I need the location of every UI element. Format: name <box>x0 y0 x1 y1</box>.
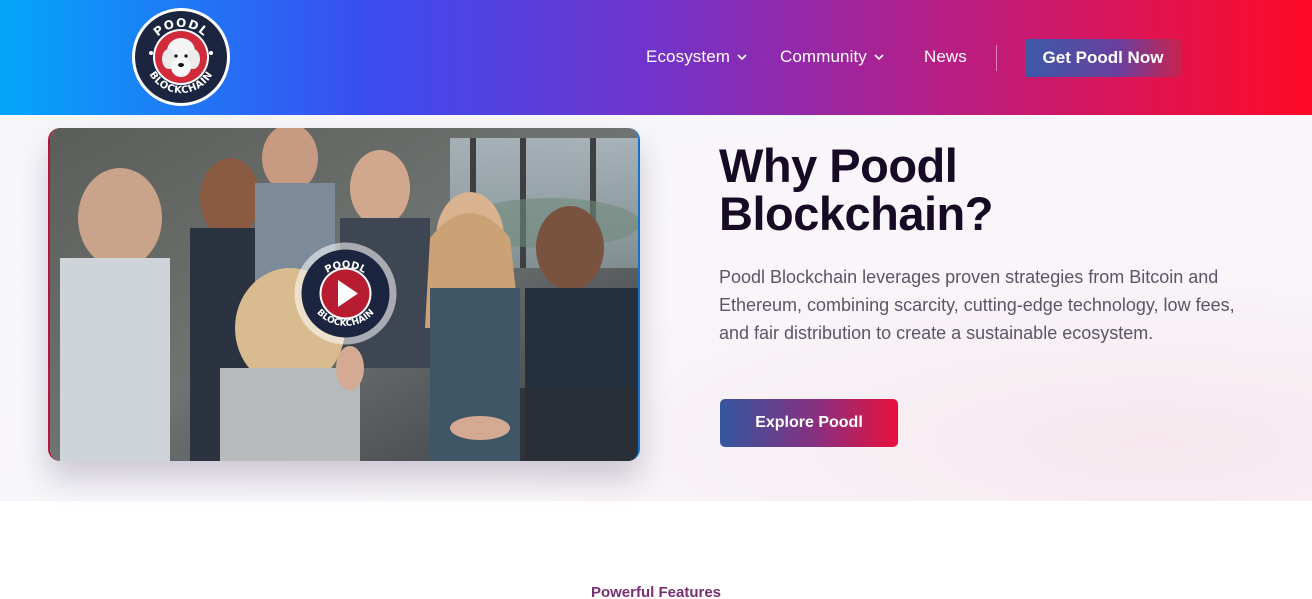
nav-community-label: Community <box>780 47 867 66</box>
video-thumbnail[interactable]: POODL BLOCKCHAIN <box>48 128 640 461</box>
chevron-down-icon <box>874 54 884 61</box>
nav-community[interactable]: Community <box>780 47 885 67</box>
section-title: Why Poodl Blockchain? <box>719 142 1139 238</box>
features-kicker: Powerful Features <box>590 584 722 599</box>
nav-news[interactable]: News <box>924 47 967 67</box>
get-poodl-button[interactable]: Get Poodl Now <box>1025 39 1181 77</box>
chevron-down-icon <box>737 54 747 61</box>
poodl-logo[interactable]: POODL BLOCKCHAIN <box>131 7 231 107</box>
play-video-button[interactable]: POODL BLOCKCHAIN <box>294 242 397 345</box>
nav-ecosystem-label: Ecosystem <box>646 47 731 66</box>
section-description: Poodl Blockchain leverages proven strate… <box>719 267 1235 343</box>
explore-poodl-button[interactable]: Explore Poodl <box>720 399 898 447</box>
nav-divider <box>996 45 997 71</box>
title-line-1: Why Poodl <box>719 139 958 192</box>
nav-ecosystem[interactable]: Ecosystem <box>646 47 748 67</box>
site-header: POODL BLOCKCHAIN Ecosystem Community New… <box>0 0 1312 115</box>
nav-news-label: News <box>924 47 967 66</box>
title-line-2: Blockchain? <box>719 187 993 240</box>
